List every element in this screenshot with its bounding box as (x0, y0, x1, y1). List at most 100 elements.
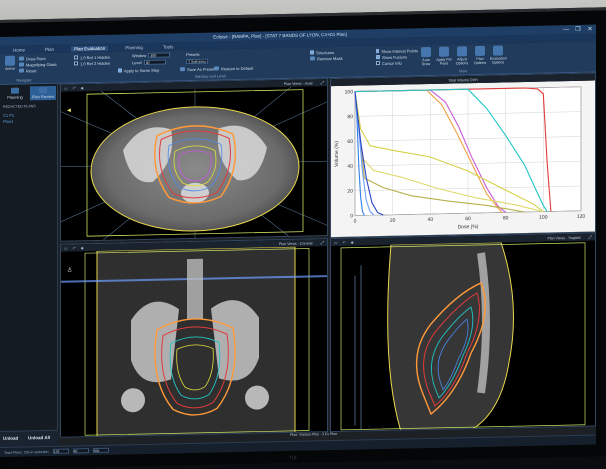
coronal-ct-image: ♙ (61, 246, 328, 438)
cursor-info-checkbox[interactable] (376, 61, 380, 66)
plan-status-center: Plan: Sarasa Plan · 3 Fx Plan (290, 431, 338, 437)
cursor-info-toggle[interactable]: Cursor Info (376, 59, 418, 66)
coronal-tool-3[interactable]: ◆ (81, 245, 84, 250)
plan-link[interactable]: Plan1 (3, 119, 13, 124)
axial-ct-image: ◀ (61, 86, 328, 242)
apply-point-icon (439, 46, 449, 57)
auto-draw-button[interactable]: Auto Draw (418, 46, 434, 66)
clock-time: 4:52 (574, 445, 582, 450)
tab-home[interactable]: Home (10, 47, 28, 52)
adjust-options-button[interactable]: Adjust Options (454, 46, 470, 65)
reset-button[interactable]: Reset (19, 67, 57, 74)
sagittal-viewport[interactable]: ▭ ↶ ◆ Plan Views - Sagittal ⤢ (330, 232, 596, 433)
dvh-x-tick-label: 120 (577, 214, 586, 220)
unload-all-button[interactable]: Unload All (28, 435, 50, 440)
level-field: Level (132, 59, 166, 65)
planning-icon (11, 87, 19, 94)
coronal-spine (187, 258, 203, 320)
coronal-maximize-icon[interactable]: ⤢ (320, 240, 324, 245)
dvh-y-tick-label: 60 (347, 139, 353, 145)
window-field: Window (132, 52, 171, 58)
tab-planning[interactable]: Planning (122, 44, 146, 50)
ref-line-2-toggle[interactable]: 1.0 Ref 2 Hidden (74, 60, 114, 67)
reset-icon (19, 68, 24, 73)
save-as-preset-button[interactable]: Save As Preset (180, 66, 214, 73)
point-icon (19, 56, 24, 61)
level-input[interactable] (143, 59, 166, 65)
patient-line: REDACTED-PLANS (3, 104, 36, 109)
dvh-y-tick-label: 40 (347, 164, 353, 170)
axial-tool-3[interactable]: ◆ (81, 85, 84, 90)
plan-options-icon (475, 45, 485, 57)
window-input[interactable] (148, 52, 171, 58)
tab-plan-evaluation[interactable]: Plan Evaluation (71, 45, 109, 52)
sagittal-tool-2[interactable]: ↶ (343, 240, 346, 245)
presets-field: Presets (186, 51, 200, 58)
tab-tools[interactable]: Tools (160, 44, 177, 49)
coronal-title: Plan Views - Coronal (278, 240, 313, 246)
dvh-x-tick-label: 80 (503, 215, 509, 221)
fusions-checkbox[interactable] (376, 55, 380, 60)
status-field-2[interactable] (72, 448, 89, 454)
tab-plan[interactable]: Plan (42, 46, 57, 51)
apply-same-step-checkbox[interactable] (118, 68, 122, 73)
axial-tool-1[interactable]: ▭ (64, 86, 68, 91)
dvh-y-tick-label: 0 (350, 213, 353, 219)
maximize-button[interactable]: ❐ (572, 26, 584, 33)
dvh-y-tick-label: 20 (347, 189, 353, 195)
apply-same-step-toggle[interactable]: Apply to Same Step (118, 67, 159, 74)
sagittal-title: Plan Views - Sagittal (547, 235, 581, 241)
dvh-y-tick-label: 80 (347, 114, 353, 120)
dvh-chart: 0 20 40 60 80 100 120 0 20 40 60 80 100 Dose (%) Vol… (331, 80, 596, 239)
coronal-viewport[interactable]: ▭ ↶ ◆ Plan Views - Coronal ⤢ ♙ (60, 238, 328, 438)
coronal-tool-2[interactable]: ↶ (73, 245, 76, 250)
dvh-x-tick-label: 0 (354, 219, 357, 225)
active-tool-button[interactable]: Active (2, 55, 18, 71)
remove-mask-button[interactable]: Remove Mask (310, 54, 376, 61)
interest-points-checkbox[interactable] (376, 49, 380, 54)
restore-icon (214, 66, 219, 71)
monitor-brand-logo: hp (290, 454, 298, 461)
minimize-button[interactable]: — (560, 27, 572, 33)
axial-tool-2[interactable]: ↶ (73, 85, 76, 90)
dvh-x-tick-label: 40 (428, 217, 434, 223)
sagittal-tool-3[interactable]: ◆ (351, 240, 354, 245)
adjust-icon (457, 46, 467, 57)
course-link[interactable]: C1 P1 (3, 113, 14, 118)
close-button[interactable]: ✕ (584, 26, 596, 33)
tab-planning-panel[interactable]: Planning (2, 86, 28, 101)
structures-group: Structures Remove Mask (310, 48, 376, 76)
left-panel: Planning Plan Review REDACTED-PLANS C1 P… (0, 83, 58, 448)
restore-default-button[interactable]: Restore to Default (214, 65, 253, 72)
save-icon (180, 67, 185, 72)
presets-select[interactable] (186, 58, 208, 65)
unload-button[interactable]: Unload (3, 436, 18, 441)
dvh-x-tick-label: 60 (465, 216, 471, 222)
sagittal-tool-1[interactable]: ▭ (334, 240, 338, 245)
status-field-3[interactable] (92, 447, 109, 454)
reference-group: 1.0 Ref 1 Hidden 1.0 Ref 2 Hidden (74, 54, 114, 82)
dvh-y-axis-label: Volume (%) (334, 141, 340, 167)
axial-maximize-icon[interactable]: ⤢ (320, 80, 324, 85)
presets-input[interactable] (186, 58, 208, 65)
dvh-viewport[interactable]: Total Volume DVH 0 20 40 60 80 100 120 0 20 40 60 8… (330, 72, 596, 239)
coronal-person-icon: ♙ (67, 266, 72, 273)
dvh-y-tick-label: 100 (345, 89, 354, 95)
plan-options-button[interactable]: Plan Options (472, 45, 488, 65)
evaluation-options-button[interactable]: Evaluation Options (490, 45, 507, 65)
status-field-1[interactable] (52, 448, 69, 454)
axial-viewport[interactable]: ▭ ↶ ◆ Plan Views - Axial ⤢ ◀ (60, 78, 328, 242)
auto-draw-icon (421, 46, 431, 58)
apply-per-point-button[interactable]: Apply Per Point (436, 46, 452, 66)
tab-plan-review-panel[interactable]: Plan Review (30, 85, 56, 101)
plan-review-icon (39, 87, 47, 94)
evaluation-icon (493, 45, 503, 56)
ref1-checkbox[interactable] (74, 55, 78, 60)
sagittal-beam-lines (354, 265, 362, 430)
sagittal-maximize-icon[interactable]: ⤢ (588, 235, 592, 240)
ref2-checkbox[interactable] (74, 61, 78, 66)
structures-checkbox[interactable] (310, 50, 314, 55)
clock-date: 06/03/24 (567, 449, 582, 455)
coronal-tool-1[interactable]: ▭ (64, 246, 68, 251)
dvh-x-tick-label: 20 (390, 218, 396, 224)
